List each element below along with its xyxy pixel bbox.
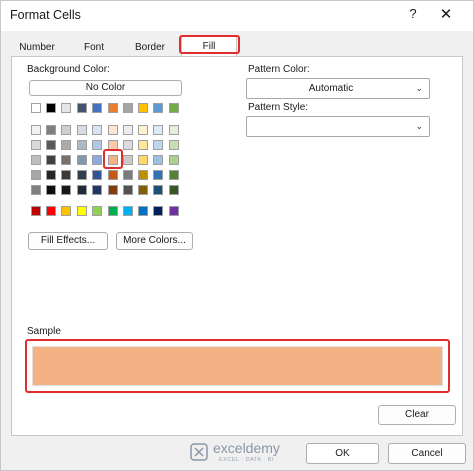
theme-tint-swatch[interactable] bbox=[123, 155, 133, 165]
theme-tint-swatch[interactable] bbox=[46, 140, 56, 150]
close-button[interactable]: ✕ bbox=[435, 5, 457, 25]
standard-color-swatch[interactable] bbox=[169, 206, 179, 216]
theme-tint-swatch[interactable] bbox=[138, 140, 148, 150]
theme-tint-swatch[interactable] bbox=[108, 185, 118, 195]
theme-tint-swatch[interactable] bbox=[153, 125, 163, 135]
theme-tint-swatch[interactable] bbox=[169, 140, 179, 150]
dialog-title: Format Cells bbox=[10, 8, 81, 22]
watermark-tagline: EXCEL · DATA · BI bbox=[219, 457, 274, 463]
theme-tint-swatch[interactable] bbox=[77, 185, 87, 195]
theme-tint-swatch[interactable] bbox=[108, 170, 118, 180]
tab-number[interactable]: Number bbox=[11, 39, 63, 56]
standard-color-swatch[interactable] bbox=[138, 206, 148, 216]
cancel-button[interactable]: Cancel bbox=[388, 443, 466, 464]
theme-color-swatch[interactable] bbox=[92, 103, 102, 113]
theme-tint-swatch[interactable] bbox=[123, 170, 133, 180]
fill-tab-highlight bbox=[179, 35, 240, 54]
no-color-button[interactable]: No Color bbox=[29, 80, 182, 96]
sample-highlight bbox=[25, 339, 450, 393]
ok-button[interactable]: OK bbox=[306, 443, 379, 464]
chevron-down-icon: ⌄ bbox=[415, 83, 423, 93]
theme-color-swatch[interactable] bbox=[169, 103, 179, 113]
theme-tint-swatch[interactable] bbox=[77, 140, 87, 150]
standard-color-swatch[interactable] bbox=[31, 206, 41, 216]
format-cells-dialog: Format Cells ? ✕ Number Font Border Fill… bbox=[0, 0, 474, 471]
theme-tint-swatch[interactable] bbox=[61, 170, 71, 180]
standard-color-swatch[interactable] bbox=[92, 206, 102, 216]
theme-tint-swatch[interactable] bbox=[77, 155, 87, 165]
clear-button[interactable]: Clear bbox=[378, 405, 456, 425]
theme-tint-swatch[interactable] bbox=[31, 170, 41, 180]
sample-preview bbox=[32, 346, 443, 386]
theme-tint-swatch[interactable] bbox=[46, 170, 56, 180]
theme-tint-swatch[interactable] bbox=[61, 155, 71, 165]
theme-tint-swatch[interactable] bbox=[31, 125, 41, 135]
sample-label: Sample bbox=[27, 326, 64, 337]
theme-tint-swatch[interactable] bbox=[46, 185, 56, 195]
pattern-color-dropdown[interactable]: Automatic ⌄ bbox=[246, 78, 430, 99]
selected-color-highlight bbox=[103, 149, 123, 169]
theme-tint-swatch[interactable] bbox=[138, 170, 148, 180]
standard-color-swatch[interactable] bbox=[61, 206, 71, 216]
theme-color-swatch[interactable] bbox=[153, 103, 163, 113]
theme-tint-swatch[interactable] bbox=[61, 125, 71, 135]
chevron-down-icon: ⌄ bbox=[415, 121, 423, 131]
theme-tint-swatch[interactable] bbox=[92, 185, 102, 195]
theme-tint-swatch[interactable] bbox=[46, 155, 56, 165]
theme-tint-swatch[interactable] bbox=[123, 125, 133, 135]
theme-tint-swatch[interactable] bbox=[31, 185, 41, 195]
theme-tint-swatch[interactable] bbox=[61, 140, 71, 150]
theme-tint-swatch[interactable] bbox=[138, 185, 148, 195]
theme-tint-swatch[interactable] bbox=[138, 155, 148, 165]
theme-color-swatch[interactable] bbox=[123, 103, 133, 113]
pattern-style-label: Pattern Style: bbox=[248, 102, 309, 113]
tab-border[interactable]: Border bbox=[123, 39, 177, 56]
theme-tint-swatch[interactable] bbox=[31, 140, 41, 150]
fill-effects-button[interactable]: Fill Effects... bbox=[28, 232, 108, 250]
theme-tint-swatch[interactable] bbox=[31, 155, 41, 165]
background-color-label: Background Color: bbox=[27, 64, 110, 75]
standard-color-swatch[interactable] bbox=[108, 206, 118, 216]
theme-color-swatch[interactable] bbox=[108, 103, 118, 113]
pattern-style-value bbox=[247, 117, 415, 137]
theme-tint-swatch[interactable] bbox=[153, 140, 163, 150]
theme-tint-swatch[interactable] bbox=[153, 185, 163, 195]
watermark-name: exceldemy bbox=[213, 440, 280, 456]
theme-tint-swatch[interactable] bbox=[138, 125, 148, 135]
pattern-color-value: Automatic bbox=[308, 83, 354, 94]
pattern-style-dropdown[interactable]: ⌄ bbox=[246, 116, 430, 137]
theme-tint-swatch[interactable] bbox=[169, 185, 179, 195]
pattern-color-label: Pattern Color: bbox=[248, 64, 310, 75]
more-colors-button[interactable]: More Colors... bbox=[116, 232, 193, 250]
standard-color-swatch[interactable] bbox=[46, 206, 56, 216]
theme-tint-swatch[interactable] bbox=[169, 125, 179, 135]
theme-tint-swatch[interactable] bbox=[92, 140, 102, 150]
tab-font[interactable]: Font bbox=[69, 39, 119, 56]
theme-tint-swatch[interactable] bbox=[77, 125, 87, 135]
theme-tint-swatch[interactable] bbox=[153, 170, 163, 180]
theme-tint-swatch[interactable] bbox=[92, 170, 102, 180]
theme-tint-swatch[interactable] bbox=[169, 155, 179, 165]
theme-color-swatch[interactable] bbox=[31, 103, 41, 113]
help-button[interactable]: ? bbox=[405, 6, 421, 24]
theme-tint-swatch[interactable] bbox=[61, 185, 71, 195]
theme-tint-swatch[interactable] bbox=[123, 185, 133, 195]
standard-color-swatch[interactable] bbox=[77, 206, 87, 216]
title-bar: Format Cells ? ✕ bbox=[1, 1, 473, 31]
theme-color-swatch[interactable] bbox=[61, 103, 71, 113]
theme-tint-swatch[interactable] bbox=[108, 125, 118, 135]
theme-tint-swatch[interactable] bbox=[153, 155, 163, 165]
theme-tint-swatch[interactable] bbox=[77, 170, 87, 180]
theme-color-swatch[interactable] bbox=[138, 103, 148, 113]
theme-color-swatch[interactable] bbox=[77, 103, 87, 113]
theme-color-swatch[interactable] bbox=[46, 103, 56, 113]
exceldemy-logo-icon bbox=[190, 443, 208, 461]
standard-color-swatch[interactable] bbox=[153, 206, 163, 216]
standard-color-swatch[interactable] bbox=[123, 206, 133, 216]
theme-tint-swatch[interactable] bbox=[169, 170, 179, 180]
theme-tint-swatch[interactable] bbox=[123, 140, 133, 150]
theme-tint-swatch[interactable] bbox=[92, 125, 102, 135]
theme-tint-swatch[interactable] bbox=[46, 125, 56, 135]
theme-tint-swatch[interactable] bbox=[92, 155, 102, 165]
